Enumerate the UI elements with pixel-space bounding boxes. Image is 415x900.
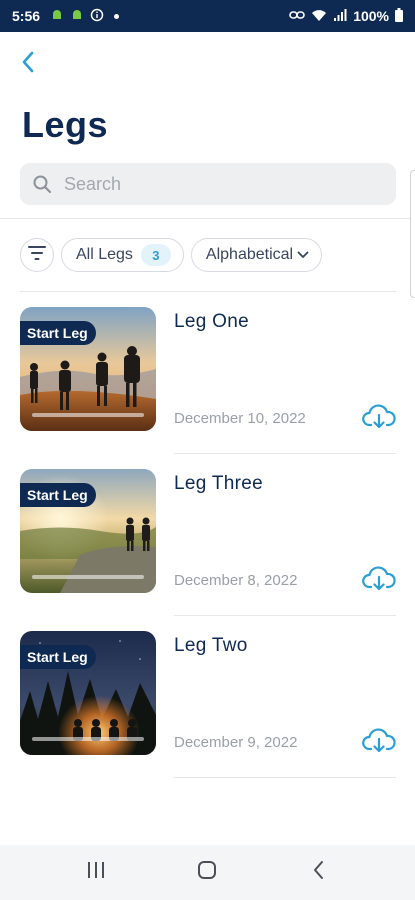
list-item-divider xyxy=(174,777,396,778)
all-legs-chip[interactable]: All Legs 3 xyxy=(61,238,184,272)
filter-icon xyxy=(28,245,46,265)
all-legs-label: All Legs xyxy=(76,246,133,263)
sort-dropdown[interactable]: Alphabetical xyxy=(190,238,323,272)
progress-bar xyxy=(32,413,144,417)
leg-date: December 9, 2022 xyxy=(174,734,298,751)
search-input[interactable] xyxy=(64,173,364,195)
page-title: Legs xyxy=(22,104,109,145)
download-button[interactable] xyxy=(362,727,396,759)
chevron-left-icon xyxy=(20,50,36,79)
signal-icon xyxy=(333,8,347,25)
all-legs-count-badge: 3 xyxy=(140,244,171,266)
search-icon xyxy=(32,173,54,195)
link-icon xyxy=(289,8,305,24)
download-button[interactable] xyxy=(362,403,396,435)
chevron-down-icon xyxy=(297,251,309,259)
leg-date: December 10, 2022 xyxy=(174,410,306,427)
back-button[interactable] xyxy=(12,48,44,80)
progress-bar xyxy=(32,575,144,579)
status-time: 5:56 xyxy=(12,8,41,24)
android-icon xyxy=(70,8,84,25)
wifi-icon xyxy=(311,8,327,25)
progress-bar xyxy=(32,737,144,741)
leg-title[interactable]: Leg One xyxy=(174,311,249,333)
info-circle-icon xyxy=(90,8,104,25)
android-icon xyxy=(50,8,64,25)
status-bar: 5:56 100% xyxy=(0,0,415,32)
system-nav-bar xyxy=(0,845,415,900)
recent-apps-icon xyxy=(86,861,106,884)
recent-apps-button[interactable] xyxy=(76,853,116,893)
system-back-button[interactable] xyxy=(299,853,339,893)
battery-icon xyxy=(395,7,403,25)
start-leg-badge[interactable]: Start Leg xyxy=(20,645,96,669)
cloud-download-icon xyxy=(362,727,396,759)
chevron-left-icon xyxy=(313,860,325,885)
leg-thumbnail[interactable]: Start Leg xyxy=(20,307,156,431)
list-item[interactable]: Start Leg Leg One December 10, 2022 xyxy=(20,307,396,455)
start-leg-badge[interactable]: Start Leg xyxy=(20,483,96,507)
search-box[interactable] xyxy=(20,163,396,205)
list-item[interactable]: Start Leg Leg Three December 8, 2022 xyxy=(20,469,396,617)
list-item-divider xyxy=(174,615,396,616)
cloud-download-icon xyxy=(362,403,396,435)
leg-title[interactable]: Leg Three xyxy=(174,473,263,495)
list-item[interactable]: Start Leg Leg Two December 9, 2022 xyxy=(20,631,396,779)
home-button[interactable] xyxy=(187,853,227,893)
list-divider xyxy=(20,291,396,292)
sort-label: Alphabetical xyxy=(205,246,294,263)
scrollbar[interactable] xyxy=(410,170,415,298)
battery-level: 100% xyxy=(353,8,389,24)
download-button[interactable] xyxy=(362,565,396,597)
leg-thumbnail[interactable]: Start Leg xyxy=(20,469,156,593)
home-icon xyxy=(197,860,217,885)
leg-date: December 8, 2022 xyxy=(174,572,298,589)
notification-dot-icon xyxy=(114,13,120,19)
filter-button[interactable] xyxy=(20,238,54,272)
list-item-divider xyxy=(174,453,396,454)
filter-row: All Legs 3 Alphabetical xyxy=(20,238,323,272)
leg-thumbnail[interactable]: Start Leg xyxy=(20,631,156,755)
leg-title[interactable]: Leg Two xyxy=(174,635,248,657)
header-divider xyxy=(0,218,415,219)
start-leg-badge[interactable]: Start Leg xyxy=(20,321,96,345)
cloud-download-icon xyxy=(362,565,396,597)
